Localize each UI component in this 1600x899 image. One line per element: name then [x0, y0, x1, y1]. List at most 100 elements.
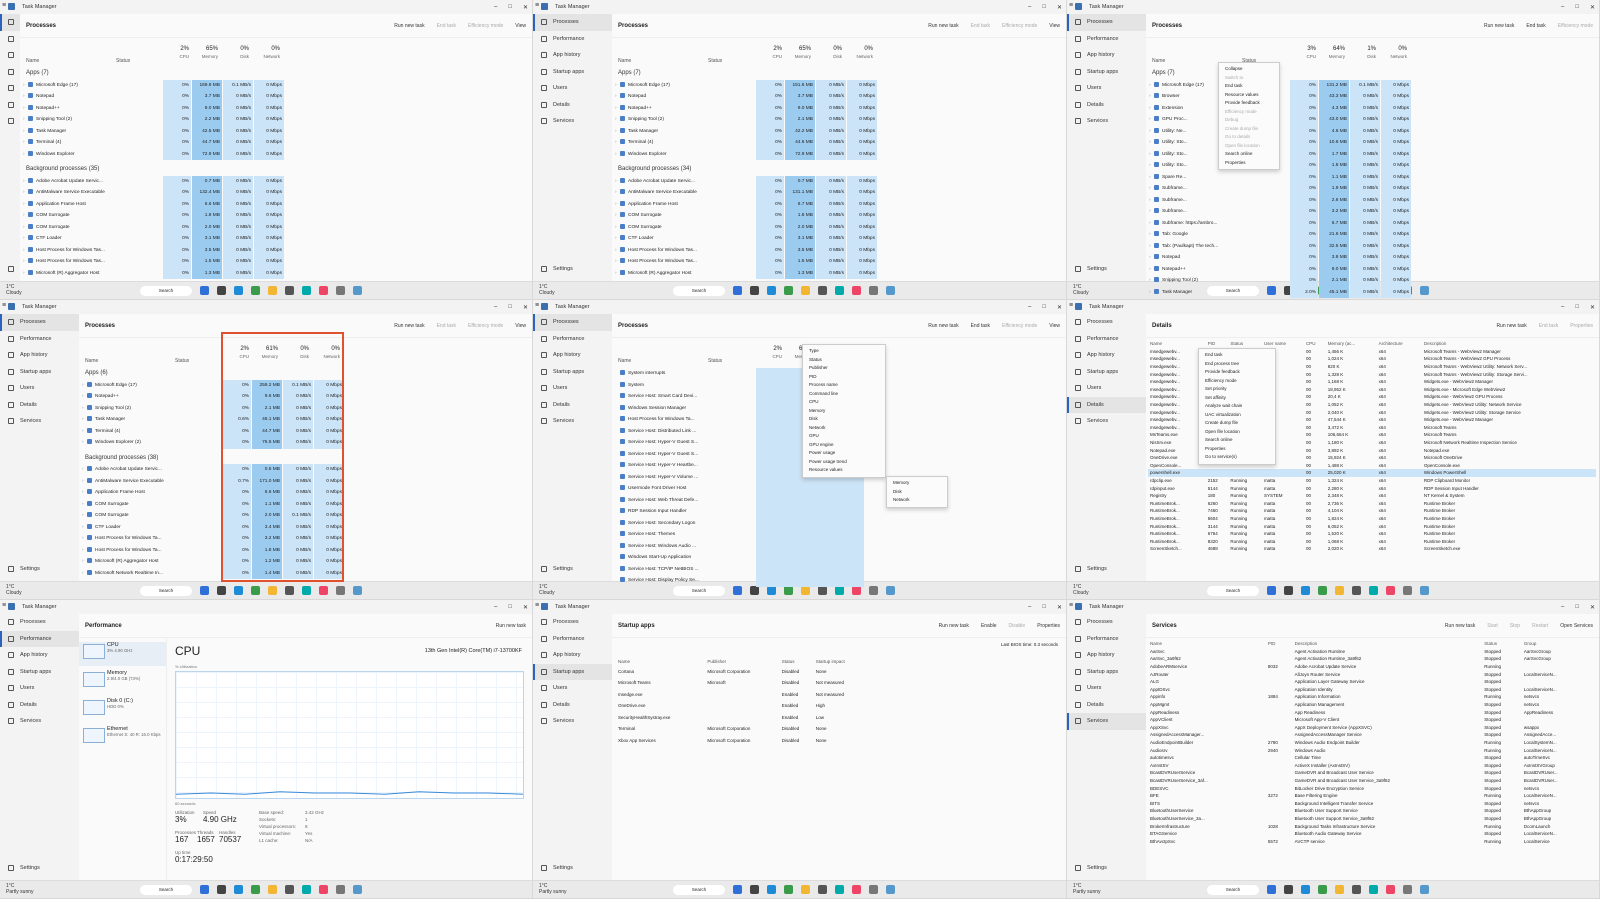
net-column-header[interactable]: Network — [1381, 54, 1407, 59]
menu-icon[interactable]: ≡ — [1067, 302, 1075, 309]
table-row[interactable]: BrokerInfrastructure 1028 Background Tasks… — [1148, 822, 1594, 830]
sidebar-item-settings[interactable]: Settings — [1067, 860, 1146, 877]
context-menu-item[interactable]: End task — [1219, 82, 1279, 91]
column-menu-item[interactable]: Power usage trend — [803, 458, 885, 467]
sidebar-item-details[interactable]: Details — [533, 97, 612, 114]
sidebar-item-users[interactable]: Users — [533, 380, 612, 397]
sidebar-item-users[interactable]: Users — [0, 680, 79, 697]
taskbar-app-icon[interactable] — [1352, 885, 1361, 894]
taskbar-app-icon[interactable] — [336, 586, 345, 595]
expand-chevron-icon[interactable]: › — [23, 176, 25, 188]
sidebar-item-details[interactable] — [0, 97, 20, 114]
table-row[interactable]: › Host Process for Windows Tas... 0% 3.5 MB… — [20, 244, 532, 257]
sidebar-item-performance[interactable]: Performance — [533, 631, 612, 648]
table-row[interactable]: AppReadiness App Readiness Stopped AppReadi… — [1148, 708, 1594, 716]
taskbar-app-icon[interactable] — [750, 885, 759, 894]
taskbar-app-icon[interactable] — [1301, 885, 1310, 894]
view-button[interactable]: View — [515, 323, 526, 329]
sidebar-item-services[interactable]: Services — [533, 413, 612, 430]
taskbar-app-icon[interactable] — [801, 286, 810, 295]
table-row[interactable]: › Tab: (Paulkapt) The tech... 0% 32.5 MB 0 M… — [1146, 240, 1599, 252]
table-row[interactable]: › AntiMalware Service Executable 0% 132.4 M… — [20, 187, 532, 199]
taskbar-app-icon[interactable] — [886, 885, 895, 894]
sidebar-item-services[interactable]: Services — [1067, 113, 1146, 130]
column-menu-item[interactable]: Network — [803, 424, 885, 433]
expand-chevron-icon[interactable]: › — [23, 245, 25, 257]
sidebar-item-details[interactable]: Details — [1067, 97, 1146, 114]
eff-button[interactable]: Efficiency mode — [468, 23, 503, 29]
column-menu-item[interactable]: Memory — [803, 407, 885, 416]
expand-chevron-icon[interactable]: › — [1149, 229, 1151, 241]
expand-chevron-icon[interactable]: › — [23, 137, 25, 149]
expand-chevron-icon[interactable]: › — [1149, 183, 1151, 195]
taskbar-app-icon[interactable] — [319, 885, 328, 894]
background-group-header[interactable]: Background processes (35) — [20, 164, 532, 176]
context-menu-item[interactable]: Resource values — [1219, 91, 1279, 100]
taskbar-app-icon[interactable] — [733, 586, 742, 595]
table-row[interactable]: BluetoothUserService Bluetooth User Suppo… — [1148, 807, 1594, 815]
context-menu-item[interactable]: Go to service(s) — [1199, 453, 1275, 462]
expand-chevron-icon[interactable]: › — [82, 426, 84, 438]
table-row[interactable]: Service Host: Windows Audio ... — [612, 540, 1066, 552]
minimize-button[interactable]: – — [494, 304, 497, 310]
table-row[interactable]: › Terminal (4) 0% 44.7 MB 0 MB/s 0 Mbps — [20, 137, 532, 149]
end-button[interactable]: End task — [971, 23, 990, 29]
net-column-header[interactable]: Network — [847, 54, 873, 59]
taskbar-app-icon[interactable] — [852, 586, 861, 595]
menu-icon[interactable]: ≡ — [1067, 2, 1075, 9]
weather-widget[interactable]: 1°C Partly sunny — [6, 883, 34, 895]
context-menu-item[interactable]: Search online — [1219, 150, 1279, 159]
taskbar-app-icon[interactable] — [767, 586, 776, 595]
taskbar-app-icon[interactable] — [1301, 586, 1310, 595]
table-row[interactable]: › Notepad++ 0% 9.0 MB 0 MB/s 0 Mbps — [1146, 263, 1599, 275]
taskbar-app-icon[interactable] — [217, 586, 226, 595]
maximize-button[interactable]: □ — [508, 604, 512, 610]
taskbar-app-icon[interactable] — [767, 885, 776, 894]
table-row[interactable]: Service Host: Display Policy Se... — [612, 575, 1066, 587]
taskbar-search[interactable]: Search — [673, 286, 725, 296]
expand-chevron-icon[interactable]: › — [615, 91, 617, 103]
table-row[interactable]: ALG Application Layer Gateway Service Stop… — [1148, 678, 1594, 686]
table-row[interactable]: › Task Manager 0% 42.5 MB 0 MB/s 0 Mbps — [20, 125, 532, 137]
expand-chevron-icon[interactable]: › — [82, 403, 84, 415]
sidebar-item-settings[interactable]: Settings — [533, 860, 612, 877]
table-row[interactable]: powershell.exe 00 25,020 Kx64 Windows Power… — [1148, 469, 1596, 477]
table-row[interactable]: › Host Process for Windows Tas... 0% 1.5 MB… — [20, 256, 532, 268]
table-row[interactable]: RuntimeBrok... 6260 Running matta 00 2,736 Kx… — [1148, 499, 1596, 507]
taskbar-app-icon[interactable] — [251, 286, 260, 295]
taskbar-app-icon[interactable] — [268, 586, 277, 595]
expand-chevron-icon[interactable]: › — [1149, 80, 1151, 92]
expand-chevron-icon[interactable]: › — [82, 487, 84, 499]
column-header[interactable]: CPU — [1304, 340, 1326, 348]
context-menu-item[interactable]: UAC virtualization — [1199, 411, 1275, 420]
table-row[interactable]: RuntimeBrok... 6764 Running matta 00 1,520 Kx… — [1148, 530, 1596, 538]
perf-item[interactable]: Ethernet Ethernet S: 40 R: 16.0 Kbps — [79, 726, 166, 750]
taskbar-app-icon[interactable] — [886, 586, 895, 595]
expand-chevron-icon[interactable]: › — [23, 256, 25, 268]
taskbar-search[interactable]: Search — [1207, 885, 1259, 895]
table-row[interactable]: AppMgmt Application Management Stopped nets… — [1148, 701, 1594, 709]
column-header[interactable]: Memory (ac... — [1326, 340, 1377, 348]
taskbar-app-icon[interactable] — [835, 286, 844, 295]
menu-icon[interactable]: ≡ — [0, 302, 8, 309]
sidebar-item-performance[interactable]: Performance — [1067, 331, 1146, 348]
eff-button[interactable]: Efficiency mode — [1002, 323, 1037, 329]
context-menu-item[interactable]: Properties — [1219, 159, 1279, 168]
taskbar-app-icon[interactable] — [353, 885, 362, 894]
table-row[interactable]: Appinfo 1884 Application Information Runnin… — [1148, 693, 1594, 701]
expand-chevron-icon[interactable]: › — [1149, 149, 1151, 161]
taskbar-app-icon[interactable] — [886, 286, 895, 295]
table-row[interactable]: Service Host: Web Threat Defe... — [612, 494, 1066, 506]
expand-chevron-icon[interactable]: › — [615, 103, 617, 115]
perf-item[interactable]: Memory 2.9/4.0 GB (73%) — [79, 670, 166, 694]
expand-chevron-icon[interactable]: › — [1149, 218, 1151, 230]
taskbar-app-icon[interactable] — [302, 586, 311, 595]
submenu-item[interactable]: Network — [887, 496, 947, 505]
sidebar-item-performance[interactable]: Performance — [533, 31, 612, 48]
table-row[interactable]: SecurityHealthSystray.exe Enabled Low — [616, 712, 866, 724]
end-button[interactable]: End task — [437, 23, 456, 29]
table-row[interactable]: RDP Session Input Handler — [612, 506, 1066, 518]
expand-chevron-icon[interactable]: › — [1149, 91, 1151, 103]
table-row[interactable]: › Notepad 0% 3.7 MB 0 MB/s 0 Mbps — [612, 91, 1066, 103]
taskbar-app-icon[interactable] — [353, 586, 362, 595]
